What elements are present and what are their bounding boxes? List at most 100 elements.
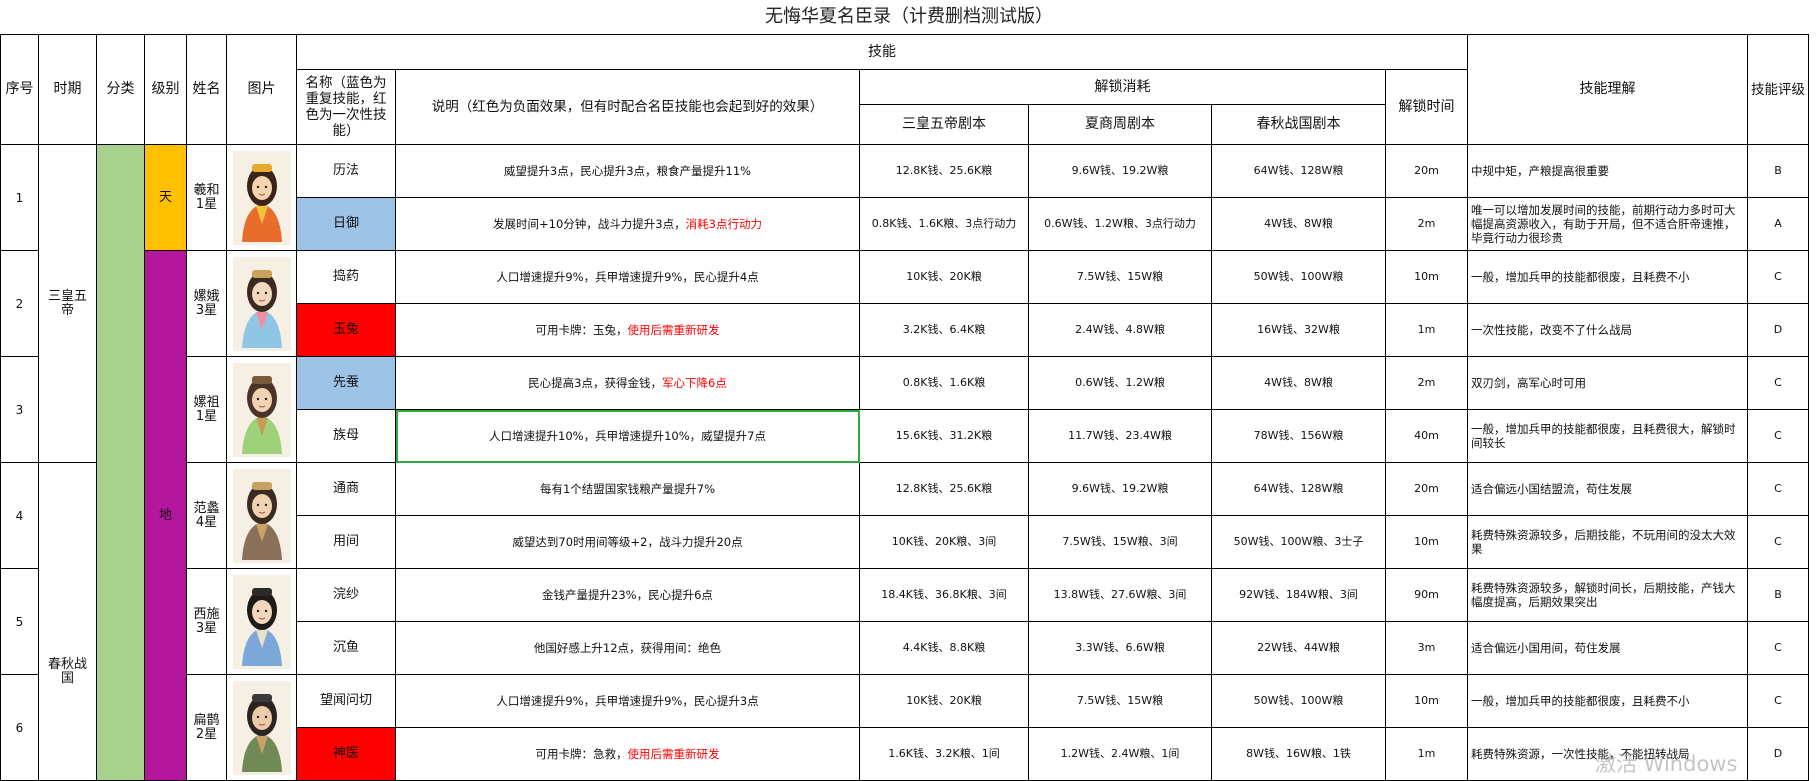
cell-cost-script-3[interactable]: 22W钱、44W粮	[1211, 621, 1386, 675]
cell-unlock-time[interactable]: 90m	[1385, 568, 1468, 622]
cell-portrait[interactable]	[226, 568, 297, 675]
cell-rating[interactable]: D	[1747, 303, 1809, 357]
cell-skill-name[interactable]: 通商	[296, 462, 396, 516]
header-name[interactable]: 姓名	[186, 34, 227, 145]
header-period[interactable]: 时期	[38, 34, 97, 145]
cell-period[interactable]: 三皇五帝	[38, 144, 97, 463]
cell-cost-script-1[interactable]: 15.6K钱、31.2K粮	[859, 409, 1029, 463]
cell-skill-desc[interactable]: 人口增速提升9%，兵甲增速提升9%，民心提升4点	[395, 250, 860, 304]
cell-unlock-time[interactable]: 3m	[1385, 621, 1468, 675]
cell-cost-script-3[interactable]: 64W钱、128W粮	[1211, 144, 1386, 198]
cell-period[interactable]: 春秋战国	[38, 462, 97, 781]
header-skill-name[interactable]: 名称（蓝色为重复技能，红色为一次性技能）	[296, 69, 396, 145]
cell-understand[interactable]: 一般，增加兵甲的技能都很废，且耗费不小	[1467, 674, 1748, 728]
cell-official-name[interactable]: 范蠡 4星	[186, 462, 227, 569]
cell-skill-name[interactable]: 沉鱼	[296, 621, 396, 675]
cell-skill-name[interactable]: 先蚕	[296, 356, 396, 410]
cell-cost-script-2[interactable]: 7.5W钱、15W粮	[1028, 250, 1212, 304]
cell-skill-name[interactable]: 捣药	[296, 250, 396, 304]
cell-understand[interactable]: 一般，增加兵甲的技能都很废，且耗费很大，解锁时间较长	[1467, 409, 1748, 463]
cell-cost-script-1[interactable]: 10K钱、20K粮	[859, 250, 1029, 304]
cell-cost-script-1[interactable]: 0.8K钱、1.6K粮、3点行动力	[859, 197, 1029, 251]
cell-cost-script-2[interactable]: 7.5W钱、15W粮、3间	[1028, 515, 1212, 569]
cell-rating[interactable]: A	[1747, 197, 1809, 251]
header-script-1[interactable]: 三皇五帝剧本	[859, 104, 1029, 145]
cell-unlock-time[interactable]: 2m	[1385, 197, 1468, 251]
cell-level[interactable]: 天	[144, 144, 187, 251]
cell-official-name[interactable]: 羲和 1星	[186, 144, 227, 251]
cell-cost-script-2[interactable]: 3.3W钱、6.6W粮	[1028, 621, 1212, 675]
cell-portrait[interactable]	[226, 462, 297, 569]
cell-unlock-time[interactable]: 1m	[1385, 727, 1468, 781]
cell-unlock-time[interactable]: 10m	[1385, 674, 1468, 728]
cell-cost-script-3[interactable]: 64W钱、128W粮	[1211, 462, 1386, 516]
cell-unlock-time[interactable]: 20m	[1385, 144, 1468, 198]
cell-category[interactable]	[96, 144, 145, 781]
cell-cost-script-2[interactable]: 11.7W钱、23.4W粮	[1028, 409, 1212, 463]
header-desc[interactable]: 说明（红色为负面效果，但有时配合名臣技能也会起到好的效果）	[395, 69, 860, 145]
cell-cost-script-3[interactable]: 50W钱、100W粮	[1211, 674, 1386, 728]
cell-skill-desc[interactable]: 他国好感上升12点，获得用间：绝色	[395, 621, 860, 675]
cell-understand[interactable]: 中规中矩，产粮提高很重要	[1467, 144, 1748, 198]
cell-skill-desc[interactable]: 金钱产量提升23%，民心提升6点	[395, 568, 860, 622]
cell-understand[interactable]: 唯一可以增加发展时间的技能，前期行动力多时可大幅提高资源收入，有助于开局，但不适…	[1467, 197, 1748, 251]
cell-understand[interactable]: 一般，增加兵甲的技能都很废，且耗费不小	[1467, 250, 1748, 304]
cell-index[interactable]: 6	[0, 674, 39, 781]
cell-cost-script-1[interactable]: 18.4K钱、36.8K粮、3间	[859, 568, 1029, 622]
cell-cost-script-1[interactable]: 3.2K钱、6.4K粮	[859, 303, 1029, 357]
cell-cost-script-2[interactable]: 9.6W钱、19.2W粮	[1028, 462, 1212, 516]
cell-skill-desc[interactable]: 可用卡牌：玉兔，使用后需重新研发	[395, 303, 860, 357]
cell-official-name[interactable]: 嫘娥 3星	[186, 250, 227, 357]
cell-cost-script-1[interactable]: 1.6K钱、3.2K粮、1间	[859, 727, 1029, 781]
cell-unlock-time[interactable]: 1m	[1385, 303, 1468, 357]
header-script-3[interactable]: 春秋战国剧本	[1211, 104, 1386, 145]
cell-cost-script-2[interactable]: 0.6W钱、1.2W粮、3点行动力	[1028, 197, 1212, 251]
cell-unlock-time[interactable]: 40m	[1385, 409, 1468, 463]
cell-official-name[interactable]: 西施 3星	[186, 568, 227, 675]
cell-rating[interactable]: C	[1747, 621, 1809, 675]
cell-rating[interactable]: B	[1747, 568, 1809, 622]
cell-unlock-time[interactable]: 2m	[1385, 356, 1468, 410]
cell-skill-name[interactable]: 历法	[296, 144, 396, 198]
cell-index[interactable]: 3	[0, 356, 39, 463]
cell-skill-desc[interactable]: 可用卡牌：急救，使用后需重新研发	[395, 727, 860, 781]
cell-cost-script-2[interactable]: 9.6W钱、19.2W粮	[1028, 144, 1212, 198]
cell-unlock-time[interactable]: 10m	[1385, 250, 1468, 304]
cell-cost-script-3[interactable]: 50W钱、100W粮	[1211, 250, 1386, 304]
cell-cost-script-1[interactable]: 4.4K钱、8.8K粮	[859, 621, 1029, 675]
cell-index[interactable]: 5	[0, 568, 39, 675]
header-index[interactable]: 序号	[0, 34, 39, 145]
cell-skill-name[interactable]: 族母	[296, 409, 396, 463]
cell-skill-name[interactable]: 玉兔	[296, 303, 396, 357]
cell-skill-name[interactable]: 用间	[296, 515, 396, 569]
cell-rating[interactable]: C	[1747, 356, 1809, 410]
cell-index[interactable]: 1	[0, 144, 39, 251]
cell-understand[interactable]: 耗费特殊资源，一次性技能，不能扭转战局	[1467, 727, 1748, 781]
cell-cost-script-2[interactable]: 13.8W钱、27.6W粮、3间	[1028, 568, 1212, 622]
header-image[interactable]: 图片	[226, 34, 297, 145]
cell-index[interactable]: 2	[0, 250, 39, 357]
cell-understand[interactable]: 耗费特殊资源较多，后期技能，不玩用间的没太大效果	[1467, 515, 1748, 569]
cell-skill-desc[interactable]: 人口增速提升10%，兵甲增速提升10%，威望提升7点	[395, 409, 860, 463]
cell-skill-desc[interactable]: 发展时间+10分钟，战斗力提升3点，消耗3点行动力	[395, 197, 860, 251]
cell-cost-script-3[interactable]: 78W钱、156W粮	[1211, 409, 1386, 463]
cell-understand[interactable]: 适合偏远小国用间，苟住发展	[1467, 621, 1748, 675]
cell-skill-desc[interactable]: 民心提高3点，获得金钱，军心下降6点	[395, 356, 860, 410]
cell-skill-desc[interactable]: 威望达到70时用间等级+2，战斗力提升20点	[395, 515, 860, 569]
header-unlock-time[interactable]: 解锁时间	[1385, 69, 1468, 145]
cell-understand[interactable]: 双刃剑，高军心时可用	[1467, 356, 1748, 410]
cell-cost-script-3[interactable]: 50W钱、100W粮、3士子	[1211, 515, 1386, 569]
cell-unlock-time[interactable]: 10m	[1385, 515, 1468, 569]
cell-cost-script-3[interactable]: 92W钱、184W粮、3间	[1211, 568, 1386, 622]
cell-index[interactable]: 4	[0, 462, 39, 569]
header-category[interactable]: 分类	[96, 34, 145, 145]
cell-cost-script-2[interactable]: 2.4W钱、4.8W粮	[1028, 303, 1212, 357]
header-unlock-cost[interactable]: 解锁消耗	[859, 69, 1386, 105]
cell-cost-script-2[interactable]: 0.6W钱、1.2W粮	[1028, 356, 1212, 410]
cell-rating[interactable]: B	[1747, 144, 1809, 198]
header-rating[interactable]: 技能评级	[1747, 34, 1809, 145]
cell-skill-name[interactable]: 神医	[296, 727, 396, 781]
cell-official-name[interactable]: 嫘祖 1星	[186, 356, 227, 463]
cell-level[interactable]: 地	[144, 250, 187, 781]
cell-skill-name[interactable]: 日御	[296, 197, 396, 251]
